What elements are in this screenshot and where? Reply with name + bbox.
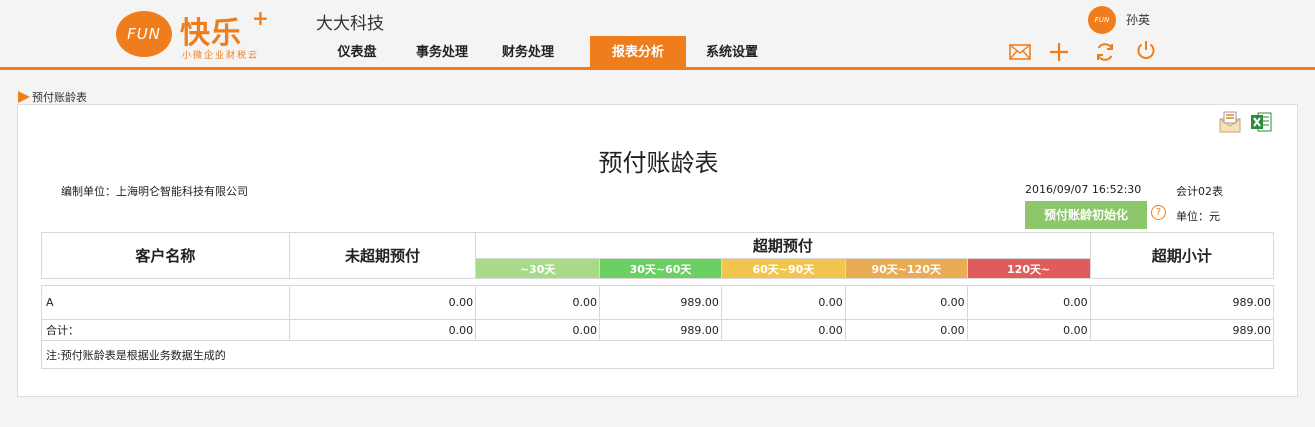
col-not-overdue-header: 未超期预付: [288, 232, 477, 279]
bucket-header: 120天~: [966, 258, 1091, 279]
cell-bucket-5: 0.00: [966, 285, 1091, 320]
aging-init-button[interactable]: 预付账龄初始化: [1025, 201, 1147, 229]
bucket-header: 60天~90天: [720, 258, 846, 279]
report-datetime: 2016/09/07 16:52:30: [1025, 183, 1142, 196]
nav-dashboard[interactable]: 仪表盘: [318, 36, 396, 70]
breadcrumb-arrow-icon: [18, 91, 30, 103]
breadcrumb-label[interactable]: 预付账龄表: [32, 89, 87, 105]
total-row: 合计： 0.00 0.00 989.00 0.00 0.00 0.00 989.…: [41, 319, 1275, 341]
excel-export-icon[interactable]: [1249, 110, 1273, 134]
user-avatar[interactable]: FUN: [1088, 6, 1116, 34]
report-title: 预付账龄表: [598, 149, 719, 177]
cell-bucket-2: 989.00: [599, 285, 722, 320]
main-nav: 仪表盘 事务处理 财务处理 报表分析 系统设置: [318, 36, 778, 70]
refresh-icon[interactable]: [1093, 40, 1117, 64]
user-name[interactable]: 孙英: [1126, 11, 1150, 28]
total-bucket-4: 0.00: [844, 319, 968, 341]
col-overdue-header: 超期预付: [475, 232, 1091, 259]
cell-bucket-3: 0.00: [720, 285, 846, 320]
top-bar: FUN 快乐 + 小微企业财税云 大大科技 仪表盘 事务处理 财务处理 报表分析…: [0, 0, 1315, 70]
help-icon[interactable]: ?: [1151, 205, 1166, 220]
brand-slogan: 小微企业财税云: [182, 51, 260, 61]
total-not-overdue: 0.00: [288, 319, 477, 341]
total-label: 合计：: [41, 319, 290, 341]
brand-plus: +: [252, 6, 269, 30]
brand-name: 快乐: [180, 16, 242, 51]
cell-bucket-4: 0.00: [844, 285, 968, 320]
report-note: 注:预付账龄表是根据业务数据生成的: [41, 340, 1274, 369]
cell-bucket-1: 0.00: [475, 285, 601, 320]
total-bucket-5: 0.00: [966, 319, 1091, 341]
mail-icon[interactable]: [1008, 40, 1032, 64]
form-code: 会计02表: [1176, 185, 1223, 198]
total-bucket-1: 0.00: [475, 319, 601, 341]
nav-transactions[interactable]: 事务处理: [396, 36, 488, 70]
currency-unit: 单位：元: [1176, 210, 1220, 223]
email-export-icon[interactable]: [1218, 110, 1242, 134]
breadcrumb: 预付账龄表: [18, 89, 87, 105]
cell-not-overdue: 0.00: [288, 285, 477, 320]
total-bucket-2: 989.00: [599, 319, 722, 341]
note-row: 注:预付账龄表是根据业务数据生成的: [41, 340, 1274, 369]
org-label: 编制单位：上海明仑智能科技有限公司: [61, 185, 248, 198]
table-header-row: 客户名称 未超期预付 超期预付 超期小计: [41, 232, 1275, 279]
nav-settings[interactable]: 系统设置: [686, 36, 778, 70]
total-bucket-3: 0.00: [720, 319, 846, 341]
report-panel: 预付账龄表 编制单位：上海明仑智能科技有限公司 2016/09/07 16:52…: [17, 104, 1298, 397]
bucket-header: 90天~120天: [844, 258, 968, 279]
cell-subtotal: 989.00: [1089, 285, 1275, 320]
plus-icon[interactable]: [1047, 40, 1071, 64]
cell-customer[interactable]: A: [41, 285, 290, 320]
col-customer-header: 客户名称: [41, 232, 290, 279]
col-subtotal-header: 超期小计: [1089, 232, 1275, 279]
table-row[interactable]: A 0.00 0.00 989.00 0.00 0.00 0.00 989.00: [41, 285, 1275, 320]
total-subtotal: 989.00: [1089, 319, 1275, 341]
power-icon[interactable]: [1134, 38, 1158, 62]
aging-table: 客户名称 未超期预付 超期预付 超期小计 ~30天 30天~60天 60天~90…: [41, 232, 1275, 369]
spacer-row: [41, 278, 1274, 286]
nav-reports[interactable]: 报表分析: [590, 36, 686, 70]
bucket-header: ~30天: [475, 258, 601, 279]
nav-finance[interactable]: 财务处理: [488, 36, 568, 70]
logo: FUN: [116, 11, 172, 57]
bucket-header: 30天~60天: [599, 258, 722, 279]
company-name: 大大科技: [316, 14, 384, 34]
